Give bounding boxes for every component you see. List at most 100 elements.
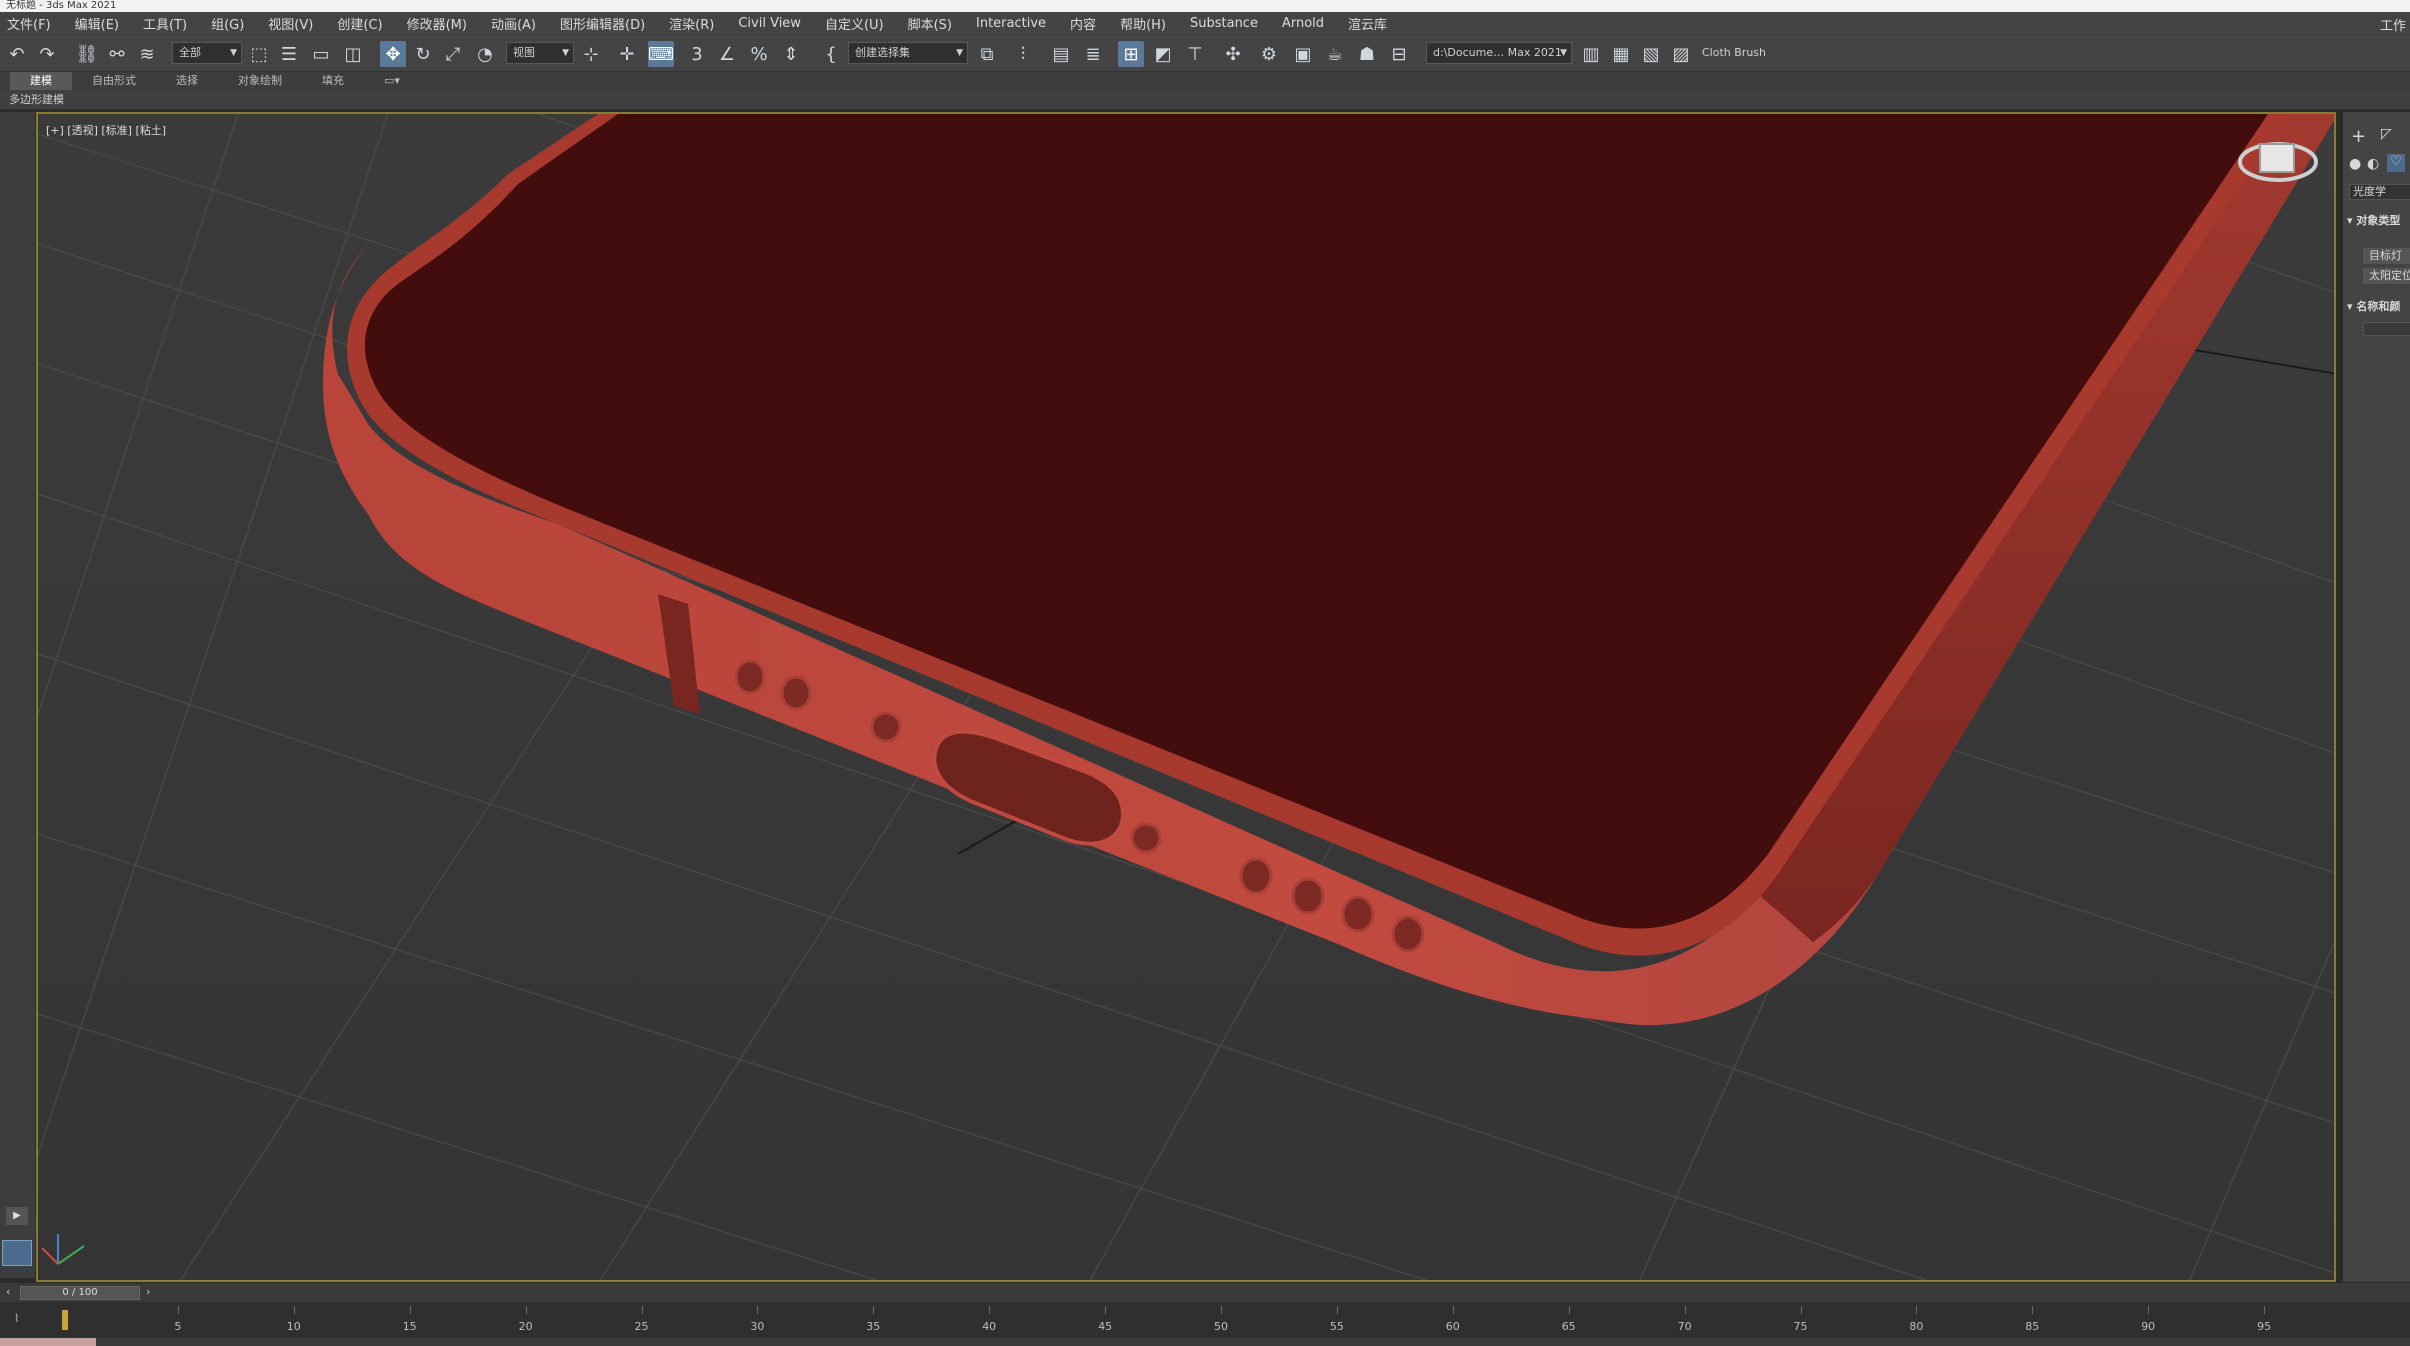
time-slider[interactable]: 0 / 100 [20, 1286, 140, 1300]
create-panel-icon[interactable]: + [2351, 126, 2366, 147]
keyboard-shortcut-override-icon[interactable]: ⌨ [648, 41, 674, 67]
menu-create[interactable]: 创建(C) [330, 14, 399, 33]
light-category-dropdown[interactable]: 光度学 [2349, 184, 2410, 200]
project-folder-icon[interactable]: ▥ [1578, 41, 1604, 67]
project-folder-dropdown[interactable]: d:\Docume… Max 2021 ▼ [1426, 42, 1572, 64]
render-production-icon[interactable]: ☕ [1322, 41, 1348, 67]
rectangular-selection-icon[interactable]: ▭ [308, 41, 334, 67]
menu-render-cloud[interactable]: 渲云库 [1341, 14, 1404, 33]
mirror-icon[interactable]: ⧉ [974, 41, 1000, 67]
current-frame-marker[interactable] [62, 1310, 68, 1330]
snaps-toggle-icon[interactable]: 3 [684, 41, 710, 67]
render-setup-icon[interactable]: ⚙ [1256, 41, 1282, 67]
menu-modifiers[interactable]: 修改器(M) [400, 14, 484, 33]
project-save-icon[interactable]: ▧ [1638, 41, 1664, 67]
polygon-modeling-label[interactable]: 多边形建模 [0, 93, 64, 106]
select-manipulate-icon[interactable]: ✛ [614, 41, 640, 67]
menu-file[interactable]: 文件(F) [0, 14, 68, 33]
cloth-brush-label[interactable]: Cloth Brush [1702, 42, 1766, 64]
tab-modeling[interactable]: 建模 [10, 72, 72, 90]
next-frame-icon[interactable]: › [146, 1285, 150, 1298]
place-icon[interactable]: ◔ [472, 41, 498, 67]
menu-graph-editors[interactable]: 图形编辑器(D) [553, 14, 662, 33]
angle-snap-icon[interactable]: ∠ [714, 41, 740, 67]
window-crossing-icon[interactable]: ◫ [340, 41, 366, 67]
menu-interactive[interactable]: Interactive [969, 16, 1063, 31]
project-open-icon[interactable]: ▦ [1608, 41, 1634, 67]
menu-views[interactable]: 视图(V) [261, 14, 330, 33]
perspective-viewport[interactable]: [+] [透视] [标准] [粘土] [36, 112, 2336, 1282]
timeline-tick-label: 60 [1445, 1320, 1460, 1333]
undo-icon[interactable]: ↶ [4, 41, 30, 67]
shapes-icon[interactable]: ◐ [2367, 156, 2379, 172]
redo-icon[interactable]: ↷ [34, 41, 60, 67]
workspace-label[interactable]: 工作 [2380, 15, 2406, 34]
viewport-layout-thumbnail[interactable] [2, 1240, 32, 1266]
chevron-down-icon: ▼ [1560, 48, 1567, 58]
sun-positioner-button[interactable]: 太阳定位 [2363, 268, 2410, 284]
screw-left-icon [870, 711, 902, 743]
menu-substance[interactable]: Substance [1183, 16, 1275, 31]
pivot-center-icon[interactable]: ⊹ [578, 41, 604, 67]
time-slider-bar: ‹ 0 / 100 › [0, 1282, 2410, 1302]
menu-civil-view[interactable]: Civil View [731, 16, 818, 31]
menu-rendering[interactable]: 渲染(R) [662, 14, 731, 33]
geometry-icon[interactable]: ● [2349, 156, 2361, 172]
tab-freeform[interactable]: 自由形式 [72, 72, 156, 90]
select-and-move-icon[interactable]: ✥ [380, 41, 406, 67]
name-color-rollout[interactable]: ▾ 名称和颜 [2347, 298, 2410, 314]
maxscript-listener-area[interactable] [0, 1338, 96, 1346]
menu-arnold[interactable]: Arnold [1275, 16, 1341, 31]
unlink-icon[interactable]: ⚯ [104, 41, 130, 67]
tab-selection[interactable]: 选择 [156, 72, 218, 90]
link-icon[interactable]: ⛓ [74, 41, 100, 67]
menu-content[interactable]: 内容 [1063, 14, 1113, 33]
scene-explorer-icon[interactable]: ▤ [1048, 41, 1074, 67]
track-bar[interactable]: ⌇ 5 10 15 20 25 30 35 40 45 50 55 60 65 70 75 80 85 90 95 [0, 1302, 2410, 1338]
named-selection-icon[interactable]: { [818, 41, 844, 67]
reference-coord-dropdown[interactable]: 视图 ▼ [506, 42, 574, 64]
timeline-tick-label: 20 [518, 1320, 533, 1333]
menu-edit[interactable]: 编辑(E) [68, 14, 136, 33]
render-iterative-icon[interactable]: ☗ [1354, 41, 1380, 67]
select-by-name-icon[interactable]: ☰ [276, 41, 302, 67]
project-settings-icon[interactable]: ▨ [1668, 41, 1694, 67]
menu-group[interactable]: 组(G) [204, 14, 261, 33]
align-icon[interactable]: ⫶ [1010, 41, 1036, 67]
select-object-icon[interactable]: ⬚ [246, 41, 272, 67]
rendered-frame-window-icon[interactable]: ▣ [1290, 41, 1316, 67]
viewport-label[interactable]: [+] [透视] [标准] [粘土] [46, 122, 166, 138]
timeline-tick-label: 10 [286, 1320, 301, 1333]
select-and-rotate-icon[interactable]: ↻ [410, 41, 436, 67]
tab-object-paint[interactable]: 对象绘制 [218, 72, 302, 90]
spinner-snap-icon[interactable]: ⇕ [778, 41, 804, 67]
select-and-scale-icon[interactable]: ⤢ [440, 41, 466, 67]
modify-panel-icon[interactable]: ◸ [2381, 126, 2392, 142]
material-editor-icon[interactable]: ✣ [1220, 41, 1246, 67]
layer-explorer-icon[interactable]: ≣ [1080, 41, 1106, 67]
ribbon-toggle-icon[interactable]: ⊞ [1118, 41, 1144, 67]
menu-customize[interactable]: 自定义(U) [818, 14, 901, 33]
ribbon-options-icon[interactable]: ▭▾ [364, 72, 420, 90]
percent-snap-icon[interactable]: % [746, 41, 772, 67]
schematic-view-icon[interactable]: ⊤ [1182, 41, 1208, 67]
curve-editor-icon[interactable]: ◩ [1150, 41, 1176, 67]
timeline-tick-label: 5 [174, 1320, 182, 1333]
target-light-button[interactable]: 目标灯 [2363, 248, 2410, 264]
object-name-input[interactable] [2363, 322, 2410, 336]
render-in-cloud-icon[interactable]: ⊟ [1386, 41, 1412, 67]
selection-filter-dropdown[interactable]: 全部 ▼ [172, 42, 242, 64]
reference-coord-value: 视图 [513, 46, 535, 59]
named-selection-dropdown[interactable]: 创建选择集 ▼ [848, 42, 968, 64]
expand-layout-icon[interactable]: ▶ [6, 1207, 28, 1225]
mini-curve-editor-icon[interactable]: ⌇ [14, 1312, 19, 1325]
menu-help[interactable]: 帮助(H) [1113, 14, 1183, 33]
lights-icon[interactable]: ♡ [2387, 154, 2405, 172]
menu-tools[interactable]: 工具(T) [136, 14, 204, 33]
bind-space-warp-icon[interactable]: ≋ [134, 41, 160, 67]
tab-populate[interactable]: 填充 [302, 72, 364, 90]
menu-animation[interactable]: 动画(A) [484, 14, 553, 33]
prev-frame-icon[interactable]: ‹ [6, 1285, 10, 1298]
object-type-rollout[interactable]: ▾ 对象类型 [2347, 212, 2410, 228]
menu-scripting[interactable]: 脚本(S) [901, 14, 969, 33]
